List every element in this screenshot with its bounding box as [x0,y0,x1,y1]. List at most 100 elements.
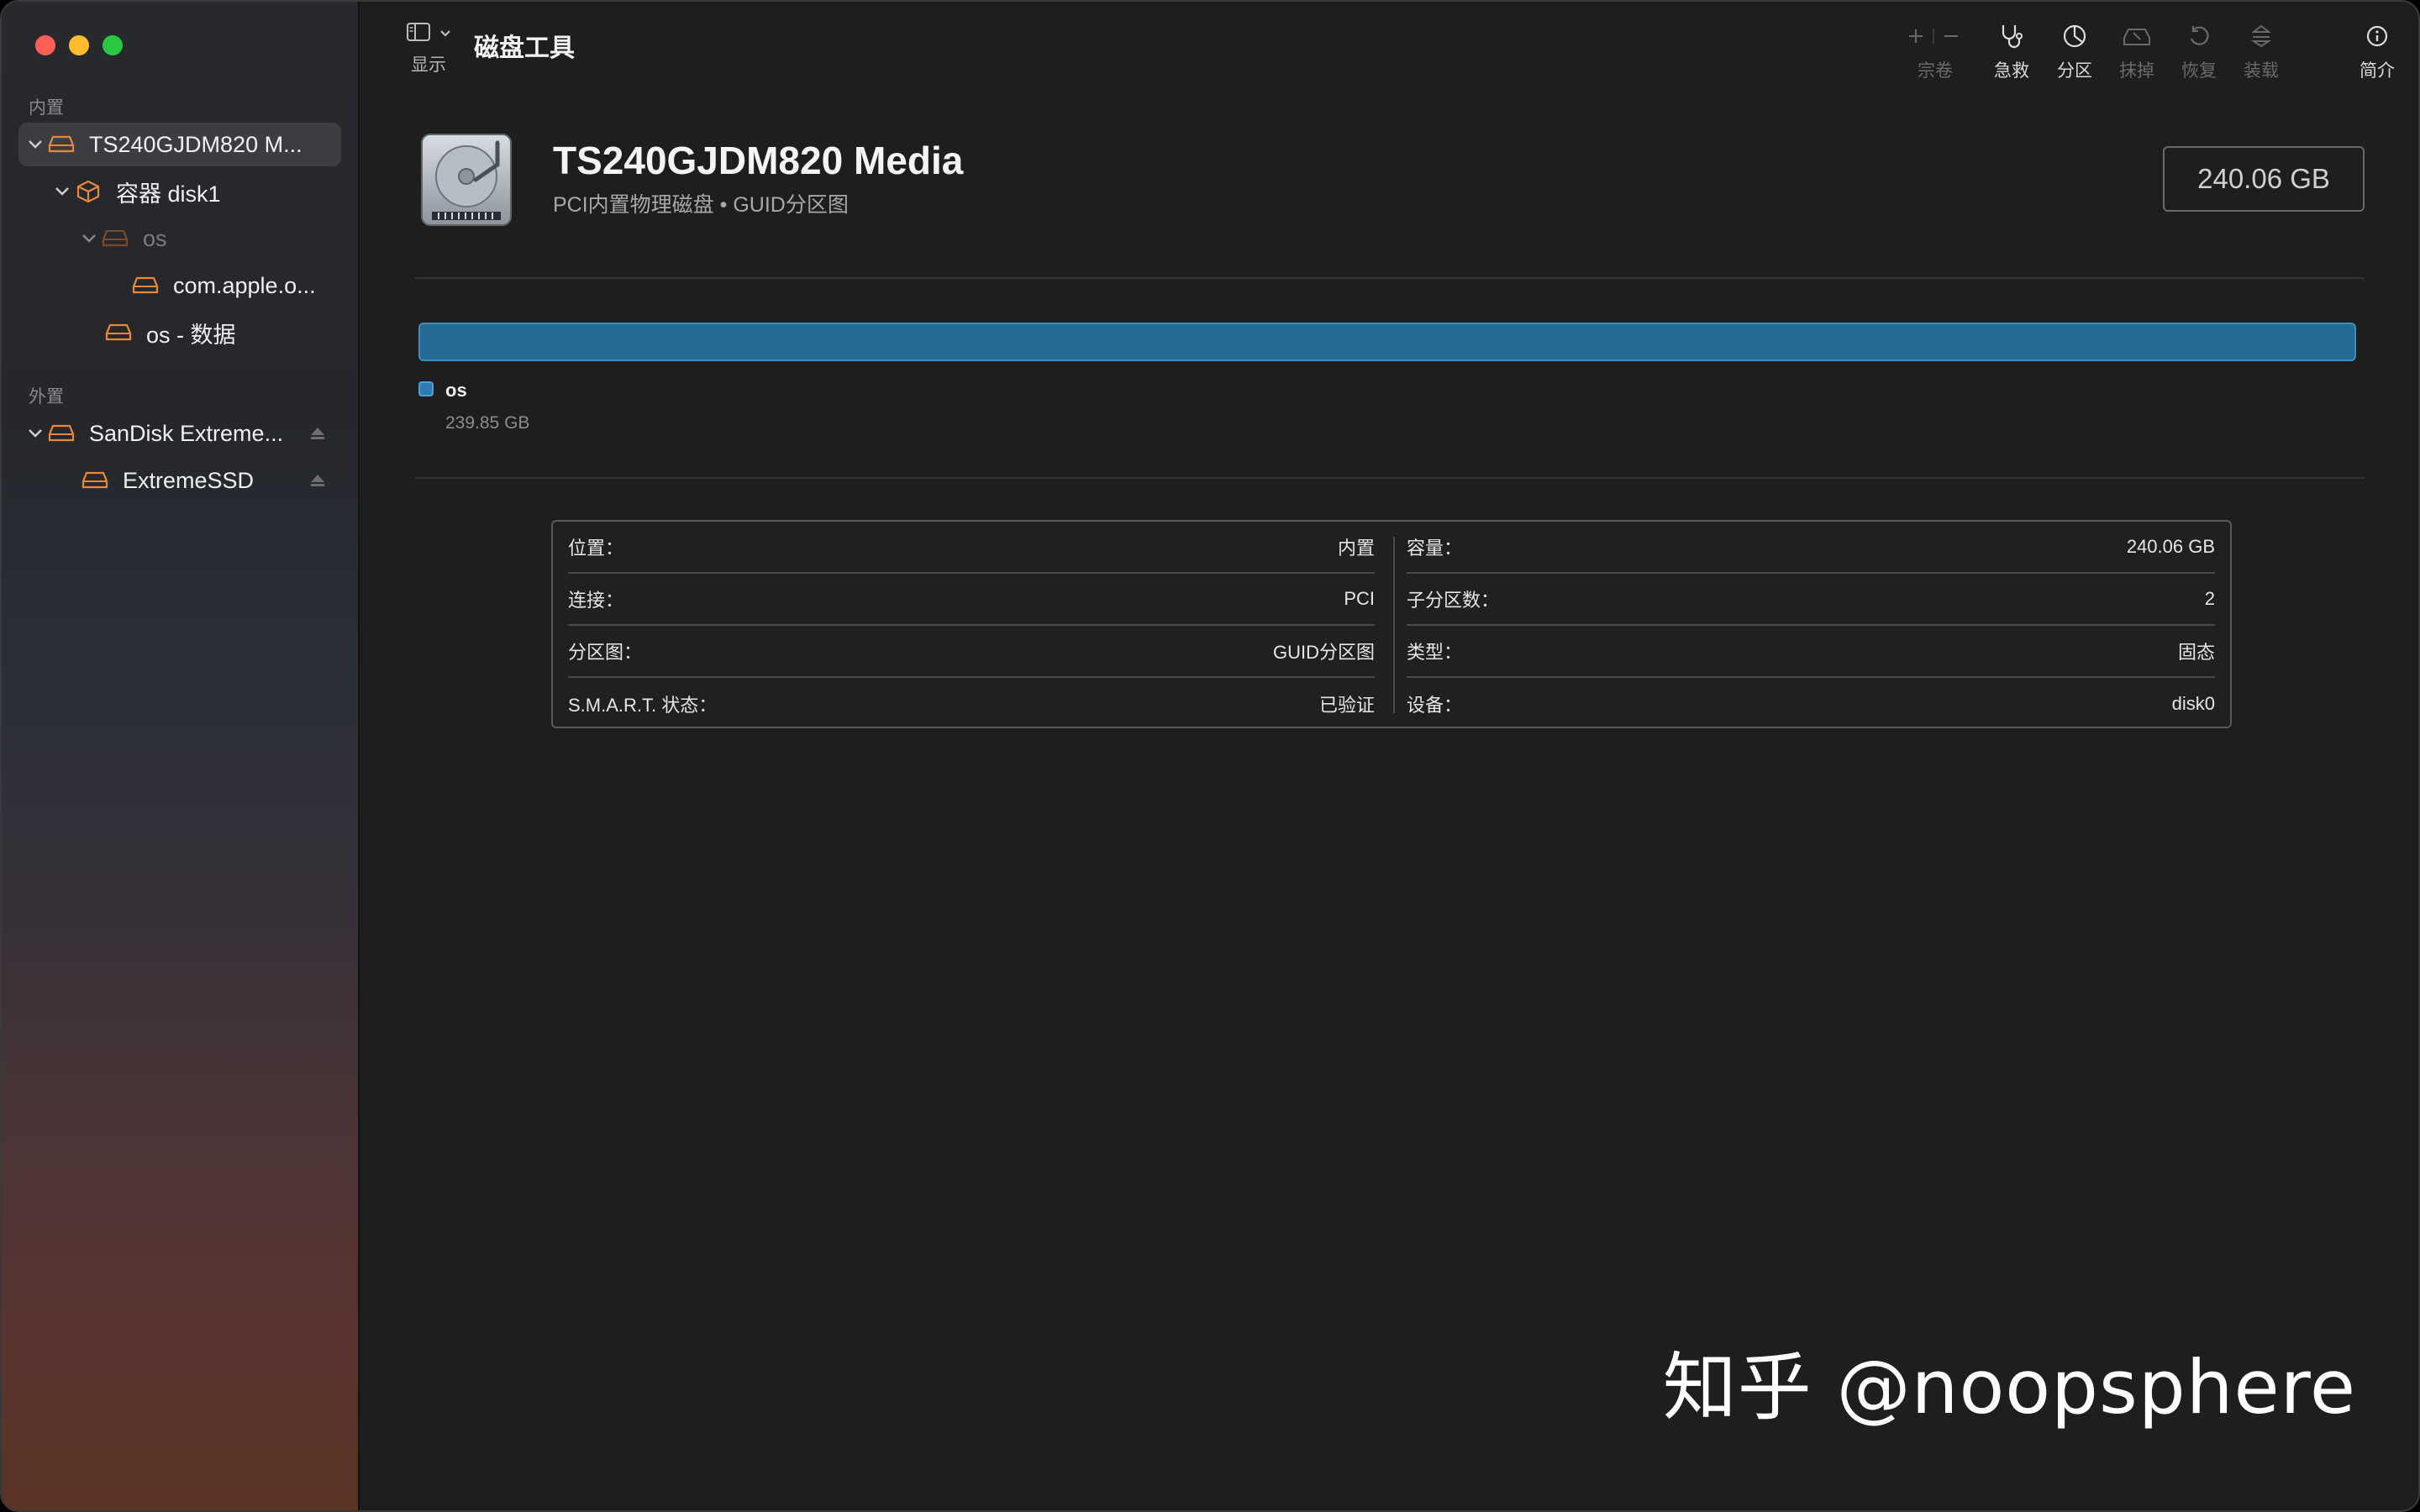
volume-icon [131,274,160,297]
partition-button[interactable]: 分区 [2045,20,2104,82]
sidebar-item-label: os - 数据 [146,322,236,348]
info-row-type: 类型： 固态 [1407,626,2215,678]
info-key: 容量： [1407,538,1463,559]
volume-add-remove-button[interactable]: 宗卷 [1902,20,1969,82]
container-box-icon [74,180,103,203]
info-row-partition-map: 分区图： GUID分区图 [568,626,1375,678]
eject-icon[interactable] [309,425,326,442]
volume-icon [101,227,129,250]
info-key: 连接： [568,590,624,611]
chevron-down-icon[interactable] [24,422,47,445]
app-title: 磁盘工具 [474,34,575,62]
disk-name: TS240GJDM820 Media [553,139,964,182]
window-controls [35,35,123,55]
erase-button[interactable]: 抹掉 [2107,20,2166,82]
restore-icon [2170,20,2228,52]
divider [415,277,2365,279]
info-key: 设备： [1407,695,1463,716]
info-column-right: 容量： 240.06 GB 子分区数： 2 类型： 固态 设备： disk0 [1407,522,2215,730]
sidebar-item-label: ExtremeSSD [123,467,255,493]
sidebar-item-label: 容器 disk1 [116,181,221,207]
info-icon [2348,20,2407,52]
sidebar-item-ts240[interactable]: TS240GJDM820 M... [18,123,341,166]
info-row-capacity: 容量： 240.06 GB [1407,522,2215,574]
mount-button[interactable]: 装载 [2232,20,2291,82]
tool-label: 装载 [2244,61,2279,81]
eject-icon[interactable] [309,472,326,489]
info-row-child-count: 子分区数： 2 [1407,574,2215,626]
usage-bar [418,323,2356,361]
column-divider [1393,537,1395,713]
first-aid-button[interactable]: 急救 [1982,20,2041,82]
sidebar-item-label: os [143,225,167,251]
disk-subtitle: PCI内置物理磁盘 • GUID分区图 [553,193,849,217]
info-table: 位置： 内置 连接： PCI 分区图： GUID分区图 S.M.A.R.T. 状… [551,520,2232,728]
zoom-button[interactable] [103,35,123,55]
plus-minus-icon [1902,20,1969,52]
info-row-smart-status: S.M.A.R.T. 状态： 已验证 [568,678,1375,730]
tool-label: 分区 [2057,61,2092,81]
sidebar-item-container-disk1[interactable]: 容器 disk1 [18,170,341,213]
legend-volume-name: os [445,380,467,401]
info-key: 子分区数： [1407,590,1500,611]
sidebar-item-os[interactable]: os [18,217,341,260]
mount-icon [2232,20,2291,52]
drive-icon [47,133,76,156]
chevron-down-icon[interactable] [77,227,101,250]
sidebar-toggle-icon [406,22,431,46]
tool-label: 宗卷 [1918,61,1953,81]
tool-label: 恢复 [2181,61,2217,81]
sidebar-item-label: TS240GJDM820 M... [89,131,302,157]
volume-icon [81,469,109,492]
info-key: 分区图： [568,642,643,663]
disk-utility-window: 内置 TS240GJDM820 M... 容器 disk1 os com.app… [0,0,2420,1512]
legend-swatch [418,381,434,396]
hard-disk-icon [417,131,516,230]
info-key: S.M.A.R.T. 状态： [568,695,718,716]
sidebar-item-label: com.apple.o... [173,272,316,298]
info-row-device: 设备： disk0 [1407,678,2215,730]
sidebar-item-os-data[interactable]: os - 数据 [18,311,341,354]
sidebar-item-label: SanDisk Extreme... [89,420,284,446]
sidebar-item-com-apple[interactable]: com.apple.o... [18,264,341,307]
stethoscope-icon [1982,20,2041,52]
chevron-down-icon[interactable] [50,180,74,203]
volume-icon [104,321,133,344]
minimize-button[interactable] [69,35,89,55]
info-value: 已验证 [1318,695,1375,716]
capacity-badge: 240.06 GB [2163,146,2365,212]
watermark: 知乎 @noopsphere [1662,1344,2356,1431]
tool-label: 简介 [2360,61,2395,81]
info-button[interactable]: 简介 [2348,20,2407,82]
sidebar-item-sandisk[interactable]: SanDisk Extreme... [18,412,341,455]
info-value: disk0 [2171,693,2215,714]
toolbar: 显示 磁盘工具 宗卷 急救 分区 抹掉 恢复 装载 简介 [361,2,2418,94]
drive-icon [47,422,76,445]
info-value: 固态 [2177,642,2215,663]
section-label-external: 外置 [29,387,64,407]
info-value: 内置 [1337,538,1375,559]
restore-button[interactable]: 恢复 [2170,20,2228,82]
info-row-connection: 连接： PCI [568,574,1375,626]
info-column-left: 位置： 内置 连接： PCI 分区图： GUID分区图 S.M.A.R.T. 状… [568,522,1375,730]
info-value: GUID分区图 [1272,642,1375,663]
section-label-internal: 内置 [29,98,64,118]
sidebar-item-extremessd[interactable]: ExtremeSSD [18,459,341,502]
legend-volume-size: 239.85 GB [445,413,530,433]
view-button[interactable]: 显示 [395,22,462,76]
info-row-location: 位置： 内置 [568,522,1375,574]
tool-label: 抹掉 [2119,61,2154,81]
view-label: 显示 [411,55,446,75]
pie-chart-icon [2045,20,2104,52]
chevron-down-icon [439,27,451,42]
chevron-down-icon[interactable] [24,133,47,156]
info-value: PCI [1344,588,1375,609]
divider [415,477,2365,479]
sidebar: 内置 TS240GJDM820 M... 容器 disk1 os com.app… [2,2,360,1510]
close-button[interactable] [35,35,55,55]
erase-icon [2107,20,2166,52]
tool-label: 急救 [1994,61,2029,81]
info-value: 2 [2204,588,2215,609]
main-panel: TS240GJDM820 Media PCI内置物理磁盘 • GUID分区图 2… [361,94,2418,1510]
info-value: 240.06 GB [2126,536,2215,557]
